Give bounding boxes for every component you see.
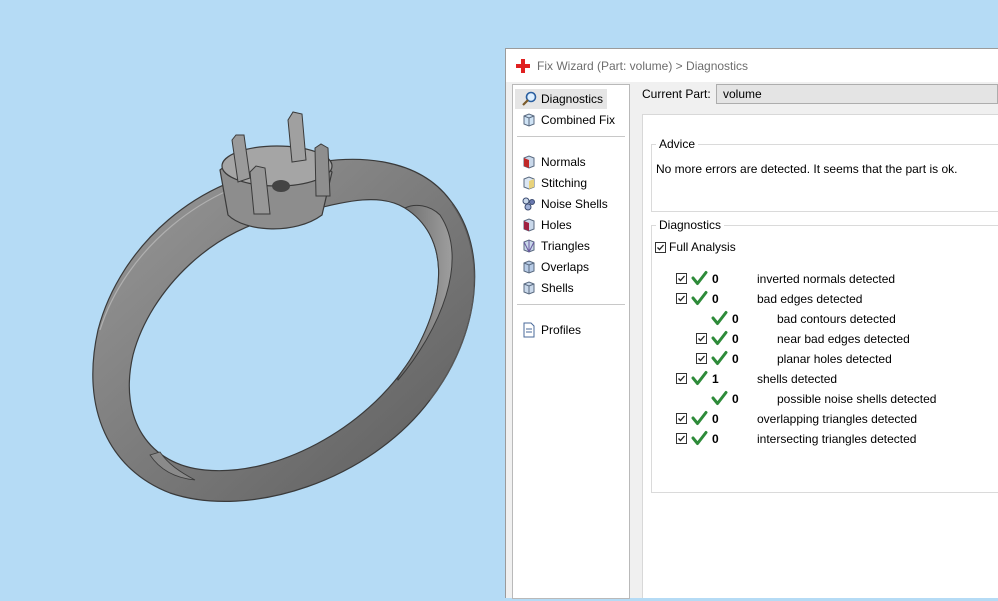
profiles-icon [523, 322, 535, 338]
nav-item-normals[interactable]: Normals [515, 152, 590, 172]
diagnostic-row: 0 intersecting triangles detected [652, 430, 998, 448]
diagnostic-count: 0 [712, 272, 719, 286]
diagnostic-checkbox[interactable] [676, 293, 687, 304]
diagnostic-count: 0 [732, 332, 739, 346]
nav-divider [517, 304, 625, 305]
diagnostic-label: bad edges detected [757, 292, 863, 306]
diagnostic-label: overlapping triangles detected [757, 412, 918, 426]
combined-fix-icon [523, 113, 535, 127]
nav-label: Combined Fix [541, 113, 616, 127]
nav-item-diagnostics[interactable]: Diagnostics [515, 89, 608, 109]
green-check-icon [711, 351, 728, 365]
current-part-label: Current Part: [642, 87, 711, 101]
fix-wizard-window: Fix Wizard (Part: volume) > Diagnostics … [505, 48, 998, 599]
diagnostic-label: planar holes detected [777, 352, 892, 366]
nav-item-stitching[interactable]: Stitching [515, 173, 591, 193]
diagnostic-count: 0 [712, 432, 719, 446]
advice-text: No more errors are detected. It seems th… [656, 162, 958, 176]
full-analysis-checkbox[interactable] [655, 242, 666, 253]
diagnostic-label: intersecting triangles detected [757, 432, 917, 446]
window-title: Fix Wizard (Part: volume) > Diagnostics [537, 58, 749, 73]
nav-label: Overlaps [541, 260, 590, 274]
diagnostic-row: 0 inverted normals detected [652, 270, 998, 288]
nav-label: Shells [541, 281, 574, 295]
magnifier-icon [522, 91, 537, 106]
holes-icon [523, 218, 535, 232]
green-check-icon [691, 411, 708, 425]
checkmark-icon [678, 275, 685, 282]
diagnostic-count: 1 [712, 372, 719, 386]
diagnostic-row: 0 bad contours detected [652, 310, 998, 328]
diagnostic-checkbox[interactable] [696, 353, 707, 364]
nav-item-combined-fix[interactable]: Combined Fix [515, 110, 619, 130]
nav-item-holes[interactable]: Holes [515, 215, 576, 235]
overlaps-icon [523, 260, 535, 274]
diagnostic-count: 0 [712, 292, 719, 306]
stitching-icon [523, 176, 535, 190]
title-bar[interactable]: Fix Wizard (Part: volume) > Diagnostics [506, 49, 998, 82]
full-analysis-label: Full Analysis [669, 240, 736, 254]
nav-item-shells[interactable]: Shells [515, 278, 578, 298]
checkmark-icon [678, 435, 685, 442]
red-cross-icon [516, 58, 530, 73]
noise-shells-icon [522, 197, 535, 211]
diagnostic-checkbox[interactable] [696, 333, 707, 344]
diagnostic-row: 0 bad edges detected [652, 290, 998, 308]
diagnostic-row: 1 shells detected [652, 370, 998, 388]
nav-label: Noise Shells [541, 197, 608, 211]
nav-item-profiles[interactable]: Profiles [515, 320, 585, 340]
diagnostic-label: inverted normals detected [757, 272, 896, 286]
nav-label: Stitching [541, 176, 588, 190]
checkmark-icon [698, 355, 705, 362]
green-check-icon [711, 391, 728, 405]
diagnostic-checkbox[interactable] [676, 433, 687, 444]
diagnostic-row: 0 planar holes detected [652, 350, 998, 368]
diagnostic-row: 0 near bad edges detected [652, 330, 998, 348]
diagnostic-label: shells detected [757, 372, 838, 386]
diagnostics-title: Diagnostics [656, 218, 725, 232]
nav-label: Holes [541, 218, 572, 232]
diagnostic-row: 0 overlapping triangles detected [652, 410, 998, 428]
advice-title: Advice [656, 137, 699, 151]
nav-item-triangles[interactable]: Triangles [515, 236, 594, 256]
checkmark-icon [657, 244, 664, 251]
nav-panel: Diagnostics Combined Fix Normals Stitchi… [512, 84, 630, 599]
diagnostics-page: Advice No more errors are detected. It s… [642, 114, 998, 598]
diagnostic-checkbox[interactable] [676, 413, 687, 424]
diagnostic-count: 0 [732, 352, 739, 366]
nav-item-overlaps[interactable]: Overlaps [515, 257, 593, 277]
diagnostics-groupbox: Diagnostics Full Analysis 0 inverted norm… [651, 218, 998, 493]
diagnostic-checkbox[interactable] [676, 373, 687, 384]
diagnostic-checkbox[interactable] [676, 273, 687, 284]
green-check-icon [691, 431, 708, 445]
green-check-icon [691, 271, 708, 285]
nav-divider [517, 136, 625, 137]
diagnostic-count: 0 [732, 392, 739, 406]
green-check-icon [711, 311, 728, 325]
checkmark-icon [678, 295, 685, 302]
green-check-icon [711, 331, 728, 345]
current-part-field[interactable]: volume [716, 84, 998, 104]
normals-icon [523, 155, 535, 169]
diagnostic-row: 0 possible noise shells detected [652, 390, 998, 408]
green-check-icon [691, 291, 708, 305]
diagnostic-count: 0 [712, 412, 719, 426]
main-panel: Current Part: volume Advice No more erro… [634, 82, 998, 598]
nav-item-noise-shells[interactable]: Noise Shells [515, 194, 612, 214]
nav-label: Triangles [541, 239, 590, 253]
nav-label: Normals [541, 155, 586, 169]
green-check-icon [691, 371, 708, 385]
checkmark-icon [698, 335, 705, 342]
diagnostic-label: possible noise shells detected [777, 392, 937, 406]
checkmark-icon [678, 415, 685, 422]
nav-label: Profiles [541, 323, 582, 337]
diagnostic-label: near bad edges detected [777, 332, 910, 346]
shells-icon [523, 281, 535, 295]
checkmark-icon [678, 375, 685, 382]
advice-groupbox: Advice No more errors are detected. It s… [651, 137, 998, 212]
diagnostic-label: bad contours detected [777, 312, 896, 326]
diagnostic-count: 0 [732, 312, 739, 326]
triangles-icon [523, 239, 535, 253]
nav-label: Diagnostics [541, 92, 604, 106]
